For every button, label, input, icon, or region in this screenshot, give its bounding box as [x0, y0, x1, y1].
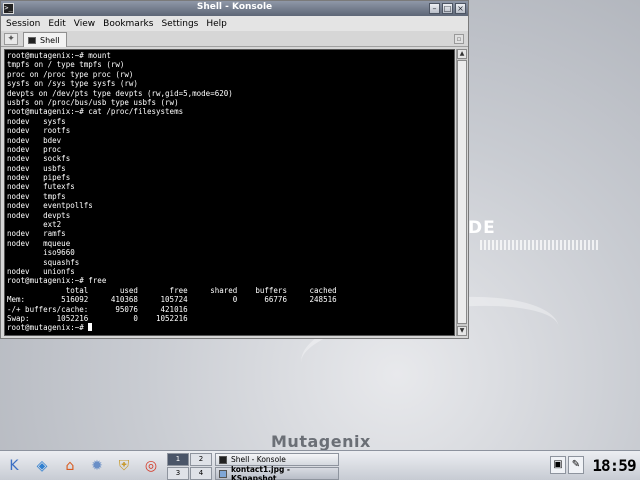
terminal-line: total used free shared buffers cached [7, 285, 337, 295]
terminal-line: nodev mqueue [7, 238, 71, 248]
terminal-line: nodev futexfs [7, 182, 75, 192]
terminal-line: squashfs [7, 257, 80, 267]
home-icon[interactable]: ⌂ [60, 456, 80, 476]
tab-bar: ✦ Shell ▫ [1, 31, 468, 47]
terminal-line: nodev pipefs [7, 173, 71, 183]
terminal-line: nodev eventpollfs [7, 201, 93, 211]
lifebuoy-icon[interactable]: ◎ [141, 456, 161, 476]
desktop-brand: Mutagenix [271, 432, 371, 451]
terminal-prompt: root@mutagenix:~# [7, 323, 89, 333]
menu-help[interactable]: Help [203, 19, 230, 29]
terminal-line: nodev tmpfs [7, 191, 66, 201]
terminal-line: root@mutagenix:~# mount [7, 51, 111, 60]
close-session-button[interactable]: ▫ [454, 34, 464, 44]
terminal-line: -/+ buffers/cache: 95076 421016 [7, 304, 188, 314]
desktop-logo-text: DE [468, 218, 496, 238]
window-title: Shell - Konsole [196, 2, 273, 12]
terminal-line: Mem: 516092 410368 105724 0 66776 248516 [7, 295, 337, 305]
clipboard-icon[interactable]: ✎ [568, 456, 584, 474]
desktop-logo-lines [480, 240, 600, 250]
terminal-output[interactable]: root@mutagenix:~# mount tmpfs on / type t… [4, 49, 455, 336]
terminal-line: nodev bdev [7, 135, 62, 145]
scroll-thumb[interactable] [457, 60, 467, 324]
k-menu-icon[interactable]: K [4, 456, 24, 476]
network-icon[interactable]: ✹ [87, 456, 107, 476]
terminal-icon [219, 455, 227, 464]
menu-view[interactable]: View [71, 19, 98, 29]
menu-settings[interactable]: Settings [158, 19, 201, 29]
terminal-line: nodev proc [7, 144, 62, 154]
tab-shell[interactable]: Shell [23, 32, 67, 47]
terminal-line: tmpfs on / type tmpfs (rw) [7, 60, 125, 70]
new-session-button[interactable]: ✦ [4, 33, 18, 45]
menu-edit[interactable]: Edit [45, 19, 68, 29]
pager-desktop-1[interactable]: 1 [167, 453, 189, 466]
terminal-line: usbfs on /proc/bus/usb type usbfs (rw) [7, 97, 179, 107]
scroll-up-button[interactable]: ▲ [457, 49, 467, 59]
terminal-line: devpts on /dev/pts type devpts (rw,gid=5… [7, 88, 233, 98]
terminal-line: nodev devpts [7, 210, 71, 220]
screen-icon[interactable]: ▣ [550, 456, 566, 474]
terminal-line: sysfs on /sys type sysfs (rw) [7, 79, 138, 89]
terminal-line: nodev sysfs [7, 116, 66, 126]
konqueror-icon[interactable]: ◈ [32, 456, 52, 476]
system-tray: ▣ ✎ [550, 456, 584, 474]
terminal-icon [28, 36, 36, 44]
terminal-line: nodev sockfs [7, 154, 71, 164]
scroll-down-button[interactable]: ▼ [457, 326, 467, 336]
pager-desktop-3[interactable]: 3 [167, 467, 189, 480]
pager-desktop-2[interactable]: 2 [190, 453, 212, 466]
terminal-cursor [88, 323, 93, 332]
menu-session[interactable]: Session [3, 19, 43, 29]
terminal-line: ext2 [7, 220, 62, 230]
minimize-button[interactable]: – [429, 3, 440, 14]
konsole-window: >_ Shell - Konsole – □ × Session Edit Vi… [0, 0, 469, 339]
window-titlebar[interactable]: >_ Shell - Konsole – □ × [1, 1, 468, 16]
terminal-lines: root@mutagenix:~# mount tmpfs on / type t… [7, 51, 337, 333]
menubar: Session Edit View Bookmarks Settings Hel… [1, 16, 468, 31]
terminal-line: root@mutagenix:~# free [7, 276, 107, 286]
shield-icon[interactable]: ⛨ [114, 456, 134, 476]
task-label: kontact1.jpg - KSnapshot [230, 464, 291, 480]
terminal-line: root@mutagenix:~# cat /proc/filesystems [7, 107, 184, 117]
terminal-line: nodev rootfs [7, 126, 71, 136]
tab-label: Shell [40, 35, 60, 45]
terminal-prompt-line: root@mutagenix:~# [7, 323, 337, 332]
terminal-line: proc on /proc type proc (rw) [7, 69, 134, 79]
terminal-scrollbar[interactable]: ▲ ▼ [456, 49, 467, 336]
close-button[interactable]: × [455, 3, 466, 14]
terminal-line: Swap: 1052216 0 1052216 [7, 313, 188, 323]
taskbar: K ◈ ⌂ ✹ ⛨ ◎ 1 2 3 4 Shell - Konsole kontact1.… [0, 450, 640, 480]
pager-desktop-4[interactable]: 4 [190, 467, 212, 480]
task-label: Shell - Konsole [231, 455, 286, 464]
maximize-button[interactable]: □ [442, 3, 453, 14]
menu-bookmarks[interactable]: Bookmarks [100, 19, 156, 29]
terminal-line: iso9660 [7, 248, 75, 258]
terminal-line: nodev usbfs [7, 163, 66, 173]
clock[interactable]: 18:59 [590, 454, 638, 478]
camera-icon [219, 469, 227, 478]
terminal-line: nodev unionfs [7, 266, 75, 276]
terminal-line: nodev ramfs [7, 229, 66, 239]
desktop-pager: 1 2 3 4 [167, 453, 212, 480]
task-ksnapshot[interactable]: kontact1.jpg - KSnapshot [215, 464, 339, 480]
